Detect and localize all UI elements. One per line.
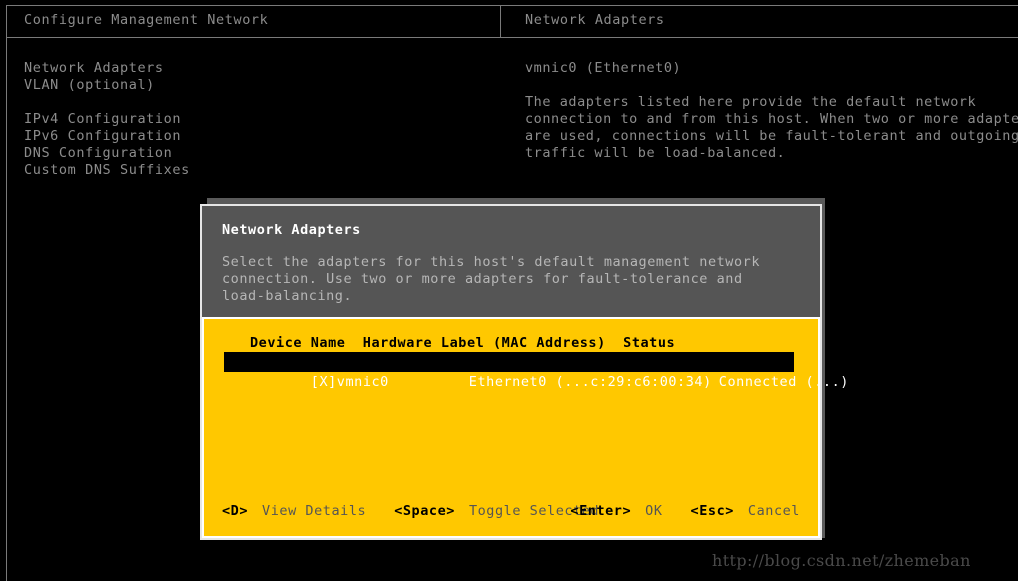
header-column-divider xyxy=(500,5,501,38)
row-device-name: vmnic0 xyxy=(336,374,389,390)
row-status: Connected (...) xyxy=(718,374,849,390)
info-panel: vmnic0 (Ethernet0) The adapters listed h… xyxy=(525,60,1018,162)
dialog-header: Network Adapters Select the adapters for… xyxy=(202,206,820,317)
table-header-row: Device Name Hardware Label (MAC Address)… xyxy=(250,335,676,351)
info-panel-line: The adapters listed here provide the def… xyxy=(525,94,977,110)
page-title-right: Network Adapters xyxy=(525,12,665,28)
table-row[interactable]: [X]vmnic0 Ethernet0 (...c:29:c6:00:34) Con… xyxy=(224,352,848,390)
page-title-left: Configure Management Network xyxy=(24,12,269,28)
key-view-details[interactable]: <D> xyxy=(222,503,248,519)
info-panel-spacer xyxy=(525,77,1005,94)
row-hardware-label: Ethernet0 (...c:29:c6:00:34) xyxy=(468,374,712,390)
info-panel-title: vmnic0 (Ethernet0) xyxy=(525,60,682,76)
adapters-table: Device Name Hardware Label (MAC Address)… xyxy=(224,335,848,390)
sidebar-item-ipv6-configuration[interactable]: IPv6 Configuration xyxy=(24,128,444,145)
sidebar-item-custom-dns-suffixes[interactable]: Custom DNS Suffixes xyxy=(24,162,444,179)
key-enter-ok-label: OK xyxy=(645,503,663,519)
sidebar-item-network-adapters[interactable]: Network Adapters xyxy=(24,60,444,77)
dialog-description-line: Select the adapters for this host's defa… xyxy=(222,254,761,270)
dialog-description-line: load-balancing. xyxy=(222,288,353,304)
info-panel-line: traffic will be load-balanced. xyxy=(525,145,786,161)
key-enter-ok[interactable]: <Enter> xyxy=(570,503,631,519)
dialog-description-line: connection. Use two or more adapters for… xyxy=(222,271,743,287)
info-panel-line: are used, connections will be fault-tole… xyxy=(525,128,1018,144)
settings-menu: Network Adapters VLAN (optional) IPv4 Co… xyxy=(24,60,444,179)
key-toggle-selected[interactable]: <Space> xyxy=(394,503,455,519)
dialog-title-spacer xyxy=(222,239,800,254)
sidebar-item-ipv4-configuration[interactable]: IPv4 Configuration xyxy=(24,111,444,128)
dialog-body: Device Name Hardware Label (MAC Address)… xyxy=(202,317,848,538)
menu-spacer xyxy=(24,94,444,111)
key-esc-cancel[interactable]: <Esc> xyxy=(691,503,734,519)
footer-left-keys: <D> View Details <Space> Toggle Selected xyxy=(222,502,599,538)
sidebar-item-vlan[interactable]: VLAN (optional) xyxy=(24,77,444,94)
info-panel-line: connection to and from this host. When t… xyxy=(525,111,1018,127)
network-adapters-dialog: Network Adapters Select the adapters for… xyxy=(200,204,848,540)
frame-left-border xyxy=(6,5,7,581)
dialog-footer: <D> View Details <Space> Toggle Selected <E… xyxy=(222,502,800,520)
watermark-text: http://blog.csdn.net/zhemeban xyxy=(712,551,971,570)
key-esc-cancel-label: Cancel xyxy=(747,503,800,519)
row-checkbox[interactable]: [X] xyxy=(311,372,337,392)
footer-right-keys: <Enter> OK <Esc> Cancel xyxy=(570,502,800,538)
esxi-dcui-screen: Configure Management Network Network Ada… xyxy=(0,0,1018,581)
sidebar-item-dns-configuration[interactable]: DNS Configuration xyxy=(24,145,444,162)
frame-top-border xyxy=(6,5,1018,6)
dialog-title: Network Adapters xyxy=(222,222,361,238)
key-view-details-label: View Details xyxy=(262,503,367,519)
header-divider-line xyxy=(6,37,1018,38)
